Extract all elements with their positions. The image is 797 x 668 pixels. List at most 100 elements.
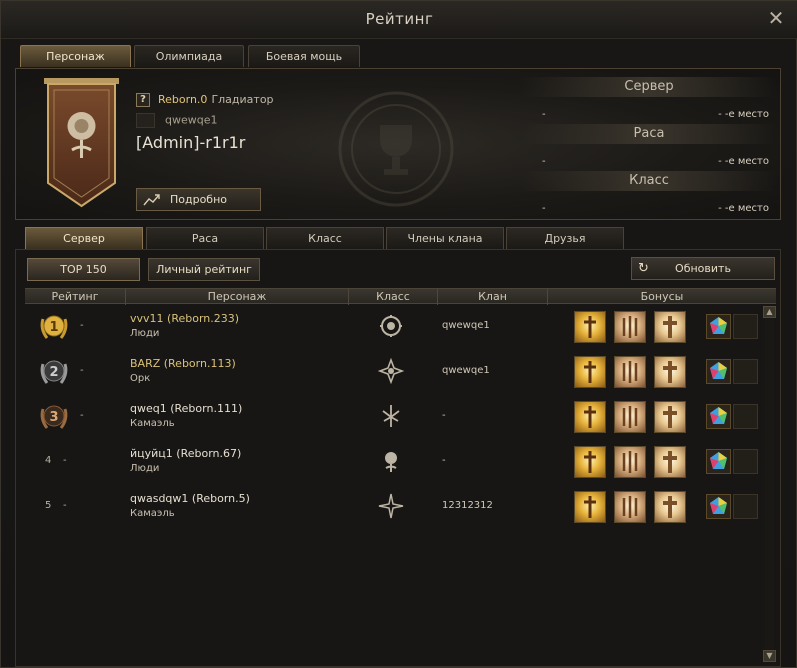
gold-medal-icon: 1 [40, 315, 68, 339]
gem-icon[interactable] [706, 314, 731, 339]
rank-server-place: - -е место [718, 109, 769, 120]
svg-text:3: 3 [49, 410, 58, 425]
detail-button-label: Подробно [169, 193, 228, 206]
gem-icon[interactable] [706, 404, 731, 429]
locked-slot-icon [733, 359, 758, 384]
detail-button[interactable]: Подробно [136, 188, 261, 211]
player-name: qwasdqw1 (Reborn.5) [130, 492, 250, 505]
clan-name: qwewqe1 [442, 320, 490, 331]
scroll-down-icon[interactable]: ▼ [763, 650, 776, 662]
header-character[interactable]: Персонаж [126, 289, 349, 305]
bonus-cross-icon[interactable] [654, 401, 686, 433]
chart-icon [143, 194, 160, 206]
player-name: vvv11 (Reborn.233) [130, 312, 240, 325]
bonus-sword-icon[interactable] [574, 491, 606, 523]
rank-change: - [63, 455, 67, 466]
bonus-cross-icon[interactable] [654, 356, 686, 388]
refresh-button-label: Обновить [675, 262, 731, 275]
tab-friends[interactable]: Друзья [506, 227, 624, 249]
class-tyrant-icon [378, 358, 404, 384]
player-race: Орк [130, 373, 151, 384]
character-class-row: ? Reborn.0 Гладиатор [136, 93, 274, 107]
table-row[interactable]: 2 - BARZ (Reborn.113) Орк qwewqe1 [25, 350, 760, 394]
player-race: Люди [130, 463, 160, 474]
clan-name: qwewqe1 [442, 365, 490, 376]
bronze-medal-icon: 3 [40, 405, 68, 429]
header-clan[interactable]: Клан [438, 289, 548, 305]
class-banner-icon [44, 78, 119, 208]
rank-change: - [80, 410, 84, 421]
rank-server-value: - [542, 109, 546, 120]
bonus-triple-sword-icon[interactable] [614, 311, 646, 343]
bonus-triple-sword-icon[interactable] [614, 446, 646, 478]
locked-slot-icon [733, 494, 758, 519]
bonus-sword-icon[interactable] [574, 401, 606, 433]
header-bonuses[interactable]: Бонусы [548, 289, 776, 305]
clan-crest-icon [136, 113, 155, 128]
bonus-cross-icon[interactable] [654, 446, 686, 478]
bonus-cross-icon[interactable] [654, 491, 686, 523]
rank-summary: Сервер - - -е место Раса - - -е место Кл… [521, 73, 777, 216]
tab-olympiad[interactable]: Олимпиада [134, 45, 244, 67]
table-row[interactable]: 5 - qwasdqw1 (Reborn.5) Камаэль 12312312 [25, 485, 760, 529]
bonus-sword-icon[interactable] [574, 446, 606, 478]
svg-text:2: 2 [49, 365, 58, 380]
table-row[interactable]: 4 - йцуйц1 (Reborn.67) Люди - [25, 440, 760, 484]
tab-class[interactable]: Класс [266, 227, 384, 249]
trophy-emblem-icon [338, 91, 454, 207]
bonus-triple-sword-icon[interactable] [614, 356, 646, 388]
top150-button[interactable]: TOP 150 [27, 258, 140, 281]
rank-change: - [80, 320, 84, 331]
player-name: йцуйц1 (Reborn.67) [130, 447, 242, 460]
reborn-tag: Reborn.0 [158, 93, 208, 106]
class-rose-icon [380, 315, 402, 337]
gem-icon[interactable] [706, 359, 731, 384]
bonus-sword-icon[interactable] [574, 311, 606, 343]
header-class[interactable]: Класс [349, 289, 438, 305]
help-icon[interactable]: ? [136, 93, 150, 107]
personal-rating-button[interactable]: Личный рейтинг [148, 258, 260, 281]
gem-icon[interactable] [706, 449, 731, 474]
bonus-triple-sword-icon[interactable] [614, 491, 646, 523]
header-rating[interactable]: Рейтинг [25, 289, 126, 305]
bonus-cross-icon[interactable] [654, 311, 686, 343]
player-race: Камаэль [130, 418, 175, 429]
player-race: Люди [130, 328, 160, 339]
class-rose-icon [385, 452, 397, 472]
clan-row: qwewqe1 [136, 113, 218, 128]
scroll-up-icon[interactable]: ▲ [763, 306, 776, 318]
table-header: Рейтинг Персонаж Класс Клан Бонусы [25, 288, 776, 305]
ranking-window: Рейтинг ✕ Персонаж Олимпиада Боевая мощь… [0, 0, 797, 668]
rank-race-header: Раса [521, 124, 777, 144]
character-name: [Admin]-r1r1r [136, 133, 246, 152]
refresh-button[interactable]: ↻ Обновить [631, 257, 775, 280]
rank-change: - [80, 365, 84, 376]
locked-slot-icon [733, 314, 758, 339]
locked-slot-icon [733, 404, 758, 429]
class-name: Гладиатор [211, 93, 274, 106]
bonus-sword-icon[interactable] [574, 356, 606, 388]
bonus-triple-sword-icon[interactable] [614, 401, 646, 433]
refresh-icon: ↻ [638, 261, 649, 276]
close-icon[interactable]: ✕ [766, 8, 786, 29]
tab-character[interactable]: Персонаж [20, 45, 131, 67]
rank-class-line: - - -е место [521, 203, 777, 221]
svg-text:1: 1 [49, 320, 58, 335]
gem-icon[interactable] [706, 494, 731, 519]
tab-race[interactable]: Раса [146, 227, 264, 249]
tab-combat-power[interactable]: Боевая мощь [248, 45, 360, 67]
player-name: qweq1 (Reborn.111) [130, 402, 243, 415]
clan-name: qwewqe1 [165, 113, 218, 127]
rank-race-value: - [542, 156, 546, 167]
rank-race-place: - -е место [718, 156, 769, 167]
title-bar[interactable]: Рейтинг ✕ [1, 1, 797, 39]
table-row[interactable]: 1 - vvv11 (Reborn.233) Люди qwewqe1 [25, 305, 760, 349]
tab-server[interactable]: Сервер [25, 227, 143, 249]
table-row[interactable]: 3 - qweq1 (Reborn.111) Камаэль - [25, 395, 760, 439]
scrollbar-track[interactable] [765, 319, 774, 649]
locked-slot-icon [733, 449, 758, 474]
tab-clan-members[interactable]: Члены клана [386, 227, 504, 249]
clan-name: - [442, 455, 446, 466]
silver-medal-icon: 2 [40, 360, 68, 384]
clan-name: 12312312 [442, 500, 493, 511]
